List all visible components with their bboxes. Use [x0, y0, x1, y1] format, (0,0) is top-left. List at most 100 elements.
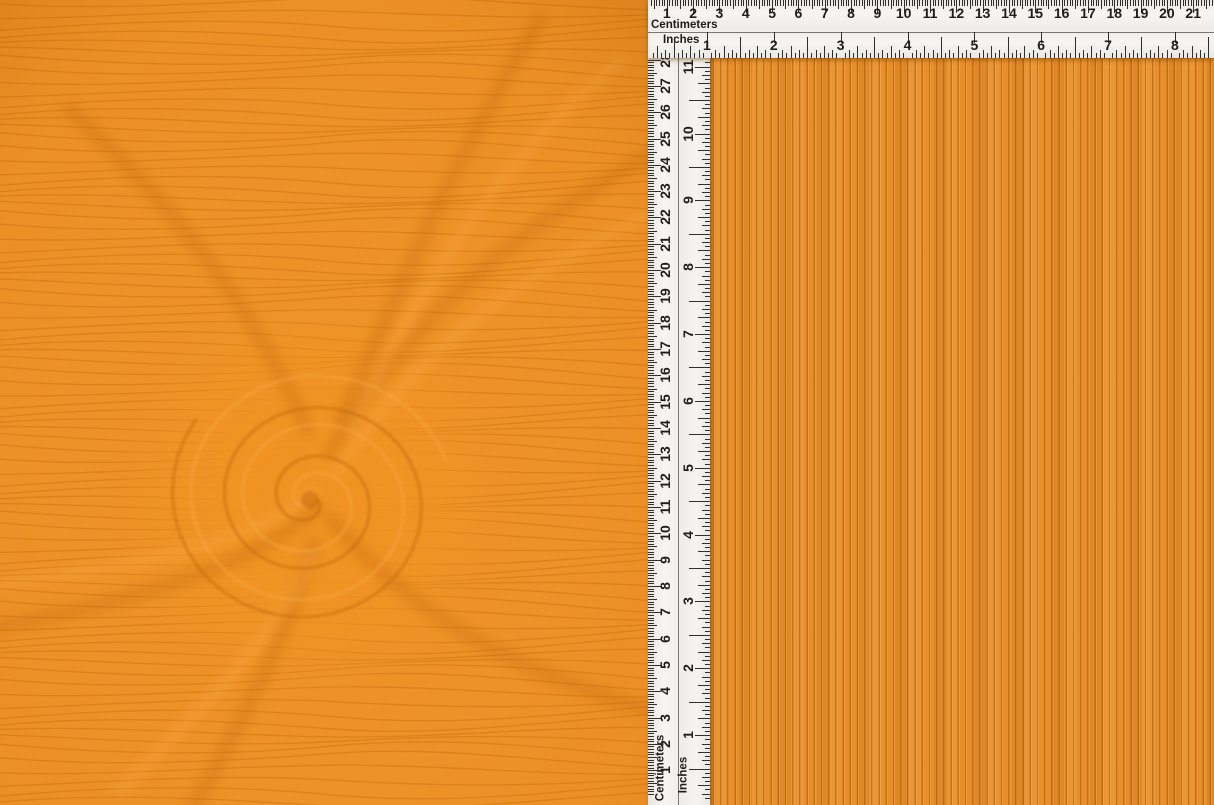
inch-tick [702, 660, 710, 661]
cm-tick [648, 133, 654, 134]
inch-tick [1054, 53, 1055, 58]
cm-tick [806, 0, 807, 6]
inch-tick [705, 664, 710, 665]
inch-tick [970, 53, 971, 58]
inch-tick [1066, 50, 1067, 58]
cm-tick [648, 310, 657, 311]
cm-tick [648, 557, 654, 558]
inch-tick [1137, 53, 1138, 58]
inch-tick [705, 430, 710, 431]
cm-tick [648, 646, 654, 647]
inch-tick [705, 397, 710, 398]
inch-tick [705, 656, 710, 657]
cm-tick [648, 512, 654, 513]
inch-tick [1171, 53, 1172, 58]
cm-tick [656, 0, 657, 6]
cm-tick [648, 465, 654, 466]
cm-tick [648, 404, 654, 405]
inch-tick [702, 459, 710, 460]
inch-tick [979, 53, 980, 58]
inch-tick [689, 769, 710, 770]
cm-tick [648, 602, 654, 603]
cm-tick [680, 0, 681, 9]
inch-tick [705, 388, 710, 389]
cm-tick [648, 578, 654, 579]
cm-tick [648, 539, 654, 540]
inch-tick [689, 301, 710, 302]
cm-tick [648, 399, 654, 400]
cm-tick [648, 786, 654, 787]
inch-tick [705, 647, 710, 648]
inch-tick [933, 50, 934, 58]
cm-tick [648, 515, 654, 516]
inch-tick [705, 731, 710, 732]
cm-tick [648, 362, 657, 363]
cm-tick [648, 436, 654, 437]
inch-tick [705, 79, 710, 80]
inch-number: 6 [681, 397, 695, 405]
cm-tick [648, 683, 654, 684]
cm-tick [648, 117, 654, 118]
cm-tick [648, 99, 657, 100]
cm-number: 18 [658, 315, 672, 331]
cm-tick [648, 704, 657, 705]
cm-tick [648, 107, 654, 108]
cm-tick [967, 0, 968, 6]
inch-tick [991, 46, 992, 58]
inch-tick [983, 50, 984, 58]
inch-tick [705, 505, 710, 506]
cm-tick [648, 246, 654, 247]
inch-tick [689, 100, 710, 101]
cm-tick [648, 96, 654, 97]
cm-tick [648, 760, 654, 761]
inch-tick [705, 480, 710, 481]
inch-tick [702, 560, 710, 561]
cm-number: 14 [1001, 6, 1017, 20]
inch-tick [786, 53, 787, 58]
cm-number: 1 [658, 766, 672, 774]
cm-tick [648, 275, 654, 276]
inch-tick [689, 367, 710, 368]
inch-tick [702, 309, 710, 310]
cm-tick [648, 91, 654, 92]
cm-tick [1206, 0, 1207, 9]
inch-tick [891, 46, 892, 58]
cm-number: 25 [658, 131, 672, 147]
cm-tick [648, 325, 654, 326]
cm-tick [648, 157, 654, 158]
cm-number: 17 [658, 341, 672, 357]
inch-tick [705, 322, 710, 323]
cm-tick [648, 699, 654, 700]
inch-tick [698, 451, 710, 452]
cm-tick [648, 225, 654, 226]
cm-tick [648, 239, 654, 240]
inch-tick [698, 752, 710, 753]
inch-tick [705, 773, 710, 774]
inch-tick [705, 422, 710, 423]
inch-tick [705, 263, 710, 264]
inch-tick [899, 50, 900, 58]
inch-tick [698, 585, 710, 586]
inch-tick [702, 744, 710, 745]
inch-tick [705, 230, 710, 231]
inch-tick [698, 551, 710, 552]
inch-tick [698, 83, 710, 84]
cm-tick [672, 0, 673, 6]
cm-number: 6 [795, 6, 803, 20]
inch-tick [702, 393, 710, 394]
cm-tick [648, 473, 654, 474]
cm-tick [648, 273, 654, 274]
cm-tick [648, 215, 654, 216]
cm-tick [783, 0, 784, 6]
cm-tick [917, 0, 918, 9]
inch-tick [778, 53, 779, 58]
inch-tick [1208, 37, 1209, 58]
cm-tick [648, 320, 654, 321]
vertical-ruler-inch-label: Inches [678, 757, 690, 793]
inch-tick [705, 271, 710, 272]
inch-tick [757, 46, 758, 58]
inch-tick [695, 401, 710, 402]
cm-tick [648, 417, 654, 418]
cm-tick [648, 746, 654, 747]
inch-tick [689, 635, 710, 636]
